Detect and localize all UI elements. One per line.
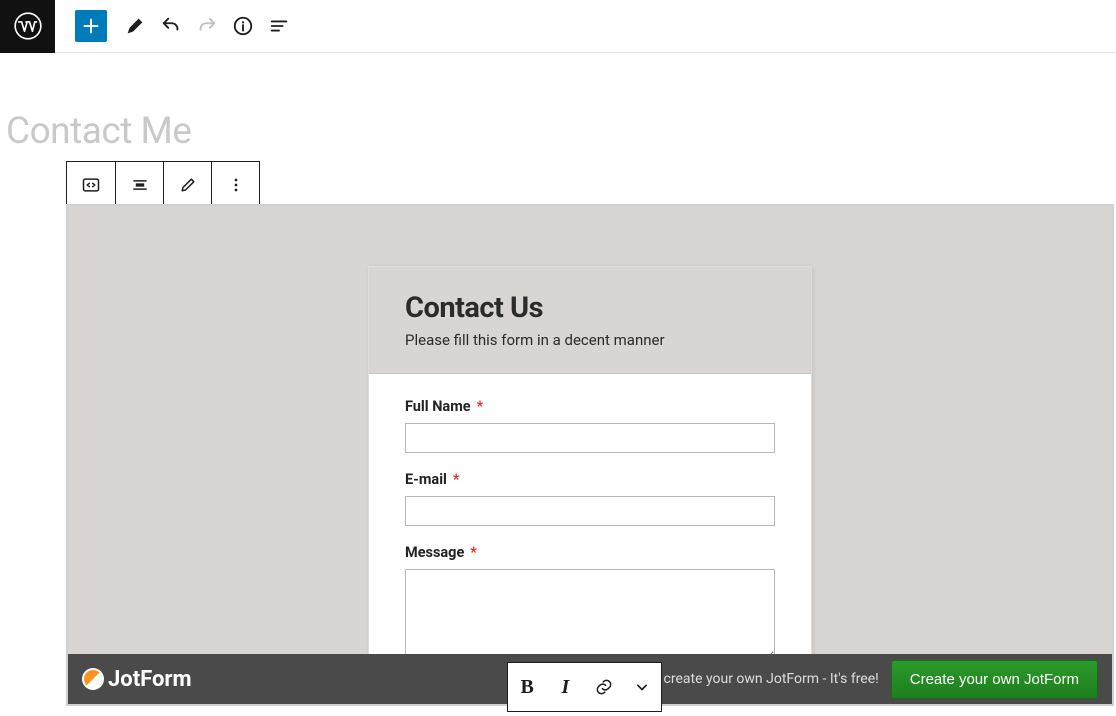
redo-button[interactable]: [189, 8, 225, 44]
italic-icon: I: [561, 676, 569, 699]
more-format-button[interactable]: [623, 663, 661, 711]
form-header: Contact Us Please fill this form in a de…: [369, 267, 811, 374]
listview-button[interactable]: [261, 8, 297, 44]
undo-button[interactable]: [153, 8, 189, 44]
form-subtitle: Please fill this form in a decent manner: [405, 331, 775, 349]
italic-button[interactable]: I: [546, 663, 584, 711]
jotform-brand-text: JotForm: [108, 667, 192, 692]
page-title[interactable]: Contact Me: [0, 113, 1116, 152]
chevron-down-icon: [632, 677, 652, 697]
jotform-card: Contact Us Please fill this form in a de…: [368, 266, 812, 704]
top-tools-group: [55, 8, 297, 44]
field-message: Message *: [405, 544, 775, 665]
field-label-text: E-mail: [405, 471, 447, 488]
wordpress-icon: [14, 12, 42, 40]
message-textarea[interactable]: [405, 569, 775, 661]
field-label: Message *: [405, 544, 775, 561]
plus-icon: [80, 15, 102, 37]
email-input[interactable]: [405, 496, 775, 526]
field-full-name: Full Name *: [405, 398, 775, 453]
block-align-button[interactable]: [115, 162, 163, 208]
embedded-block[interactable]: Contact Us Please fill this form in a de…: [66, 204, 1114, 706]
required-mark: *: [470, 544, 477, 561]
field-label-text: Message: [405, 544, 464, 561]
editor-body: Contact Me Contact Us Please fill this f…: [0, 53, 1116, 706]
undo-icon: [160, 15, 182, 37]
kebab-icon: [226, 175, 246, 195]
link-button[interactable]: [585, 663, 623, 711]
form-body: Full Name * E-mail * Message *: [369, 374, 811, 689]
editor-top-toolbar: [0, 0, 1116, 53]
add-block-button[interactable]: [75, 10, 107, 42]
block-type-button[interactable]: [67, 162, 115, 208]
full-name-input[interactable]: [405, 423, 775, 453]
link-icon: [594, 677, 614, 697]
create-jotform-button[interactable]: Create your own JotForm: [891, 660, 1098, 699]
block-edit-button[interactable]: [163, 162, 211, 208]
bold-button[interactable]: B: [508, 663, 546, 711]
required-mark: *: [477, 398, 484, 415]
info-button[interactable]: [225, 8, 261, 44]
field-label: Full Name *: [405, 398, 775, 415]
bold-icon: B: [520, 676, 533, 699]
jotform-icon: [82, 668, 104, 690]
pen-icon: [124, 15, 146, 37]
field-label-text: Full Name: [405, 398, 471, 415]
jotform-promo-text: Now create your own JotForm - It's free!: [632, 671, 879, 687]
block-toolbar: [66, 161, 260, 209]
wordpress-logo[interactable]: [0, 0, 55, 53]
listview-icon: [268, 15, 290, 37]
redo-icon: [196, 15, 218, 37]
info-icon: [232, 15, 254, 37]
tools-pen-button[interactable]: [117, 8, 153, 44]
pencil-icon: [178, 175, 198, 195]
required-mark: *: [453, 471, 460, 488]
block-more-button[interactable]: [211, 162, 259, 208]
form-title: Contact Us: [405, 291, 775, 325]
align-icon: [130, 175, 150, 195]
field-email: E-mail *: [405, 471, 775, 526]
jotform-logo[interactable]: JotForm: [82, 667, 192, 692]
html-icon: [81, 175, 101, 195]
field-label: E-mail *: [405, 471, 775, 488]
inline-format-toolbar: B I: [507, 662, 662, 712]
